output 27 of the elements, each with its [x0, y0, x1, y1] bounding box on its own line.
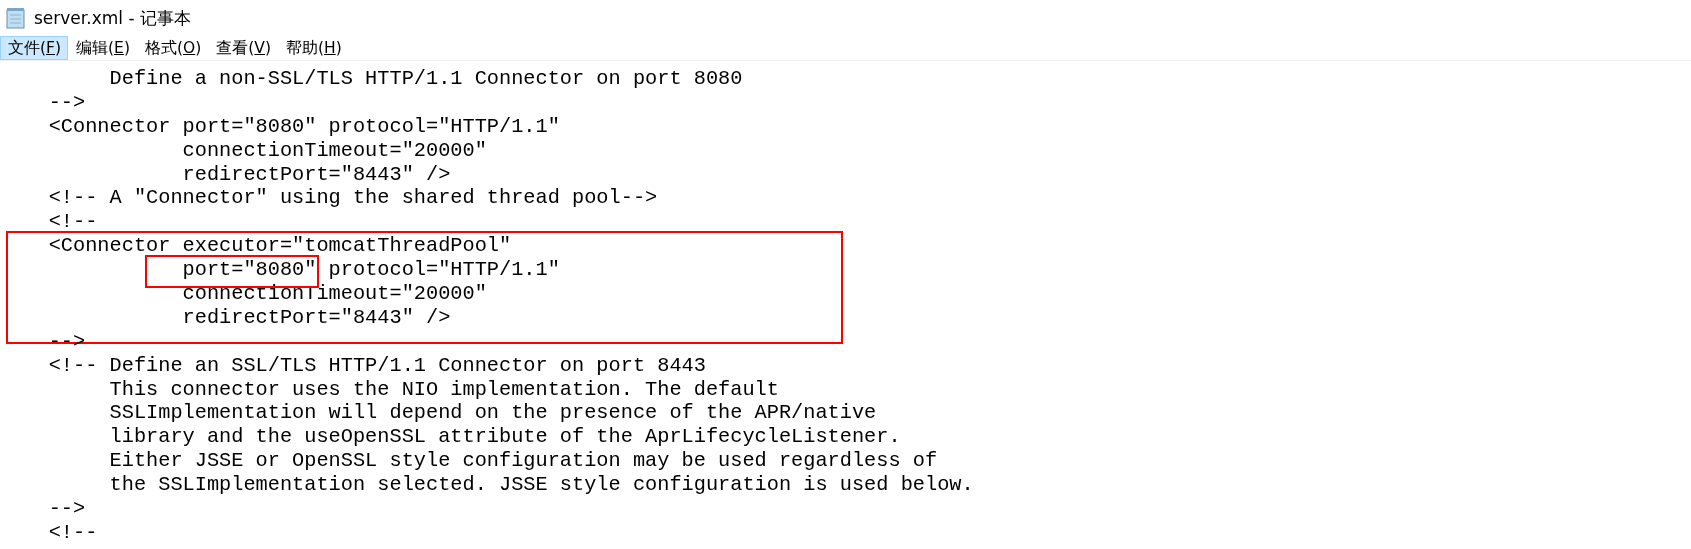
menu-item[interactable]: 编辑(E) — [68, 36, 137, 60]
code-line: --> — [47, 497, 86, 521]
code-line: This connector uses the NIO implementation. The default — [108, 377, 779, 402]
code-line: the SSLImplementation selected. JSSE style configuration is used below. — [108, 473, 974, 498]
code-line: <Connector port="8080" protocol="HTTP/1.1" — [47, 114, 560, 139]
window-title: server.xml - 记事本 — [34, 6, 191, 30]
menu-item[interactable]: 帮助(H) — [278, 36, 349, 60]
code-line: --> — [47, 90, 86, 115]
code-line: <!-- Define an SSL/TLS HTTP/1.1 Connector on port 8443 — [47, 353, 706, 378]
code-line: <!-- — [47, 210, 98, 235]
code-line: connectionTimeout="20000" — [181, 282, 487, 306]
code-text: protocol="HTTP/1.1" — [327, 258, 560, 282]
code-line: redirectPort="8443" /> — [181, 305, 451, 330]
code-line: <!-- A "Connector" using the shared thread pool--> — [47, 186, 658, 211]
notepad-icon — [6, 7, 26, 29]
code-line: SSLImplementation will depend on the presence of the APR/native — [108, 401, 877, 426]
code-line: Either JSSE or OpenSSL style configuration may be used regardless of — [108, 449, 938, 474]
menu-item[interactable]: 格式(O) — [136, 36, 209, 60]
menu-item[interactable]: 查看(V) — [208, 36, 279, 60]
code-line: <Connector executor="tomcatThreadPool" — [47, 234, 512, 259]
code-line: connectionTimeout="20000" — [181, 138, 487, 163]
code-line: Define a non-SSL/TLS HTTP/1.1 Connector on port 8080 — [108, 67, 743, 91]
menu-item[interactable]: 文件(F) — [0, 36, 69, 60]
highlighted-code: port="8080" — [0, 258, 317, 282]
code-line: redirectPort="8443" /> — [181, 162, 451, 187]
code-line: <!-- — [47, 520, 98, 545]
code-line: library and the useOpenSSL attribute of the AprLifecycleListener. — [108, 425, 901, 450]
